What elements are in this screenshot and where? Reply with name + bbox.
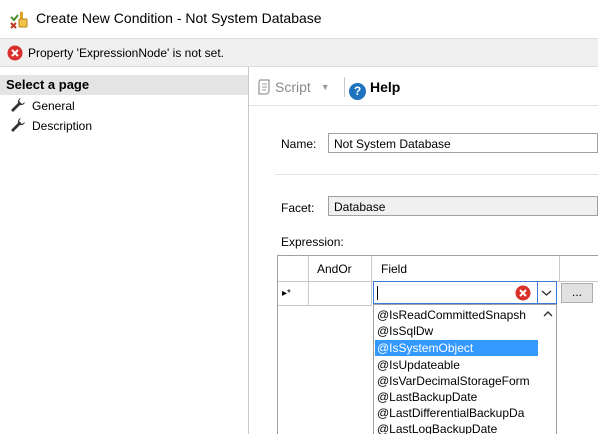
andor-cell[interactable] — [309, 282, 372, 306]
title-bar: Create New Condition - Not System Databa… — [0, 0, 598, 39]
name-label: Name: — [281, 137, 317, 151]
sidebar-item-label: General — [32, 99, 75, 113]
help-label: Help — [370, 79, 401, 95]
help-button[interactable]: ? Help — [349, 77, 401, 100]
sidebar-item-general[interactable]: General — [10, 97, 75, 115]
column-header-andor[interactable]: AndOr — [309, 256, 372, 282]
sidebar-item-description[interactable]: Description — [10, 117, 92, 135]
list-item[interactable]: @IsReadCommittedSnapsh — [375, 307, 538, 323]
column-header-field[interactable]: Field — [372, 256, 560, 282]
script-icon — [258, 79, 270, 95]
help-icon: ? — [349, 83, 366, 100]
combobox-dropdown-button[interactable] — [538, 281, 557, 304]
name-field[interactable]: Not System Database — [328, 133, 598, 153]
list-item[interactable]: @LastLogBackupDate — [375, 421, 538, 434]
facet-label: Facet: — [281, 201, 315, 215]
page-selector: Select a page General Description — [0, 67, 249, 434]
chevron-down-icon[interactable]: ▼ — [321, 77, 330, 97]
divider — [275, 174, 598, 175]
grid-corner-header — [278, 256, 309, 282]
new-row-marker: ▸* — [278, 282, 309, 306]
list-item[interactable]: @IsSqlDw — [375, 323, 538, 339]
toolbar-separator — [344, 77, 345, 97]
page-selector-header: Select a page — [0, 75, 248, 95]
list-item[interactable]: @IsVarDecimalStorageForm — [375, 373, 538, 389]
condition-icon — [10, 11, 28, 29]
script-label: Script — [275, 79, 311, 95]
chevron-up-icon[interactable] — [543, 310, 553, 318]
error-banner: Property 'ExpressionNode' is not set. — [0, 39, 598, 67]
error-icon — [515, 285, 531, 301]
window-title: Create New Condition - Not System Databa… — [36, 10, 322, 26]
sidebar-item-label: Description — [32, 119, 93, 133]
text-caret — [377, 286, 378, 300]
list-item[interactable]: @LastDifferentialBackupDa — [375, 405, 538, 421]
expression-label: Expression: — [281, 235, 344, 249]
column-header-value[interactable] — [560, 256, 598, 282]
list-item[interactable]: @IsUpdateable — [375, 357, 538, 373]
wrench-icon — [11, 98, 25, 112]
error-message: Property 'ExpressionNode' is not set. — [28, 46, 225, 60]
ellipsis-button[interactable]: ... — [561, 283, 593, 303]
field-dropdown-list[interactable]: @IsReadCommittedSnapsh @IsSqlDw @IsSyste… — [373, 304, 557, 434]
chevron-down-icon — [541, 290, 552, 296]
facet-field[interactable]: Database — [328, 196, 598, 216]
error-icon — [7, 45, 23, 61]
list-item-selected[interactable]: @IsSystemObject — [375, 340, 538, 356]
list-item[interactable]: @LastBackupDate — [375, 389, 538, 405]
wrench-icon — [11, 118, 25, 132]
script-button[interactable]: Script ▼ — [257, 77, 330, 97]
field-combobox[interactable] — [373, 281, 538, 304]
toolbar: Script ▼ ? Help — [249, 67, 598, 106]
dropdown-scrollbar[interactable] — [539, 305, 556, 434]
